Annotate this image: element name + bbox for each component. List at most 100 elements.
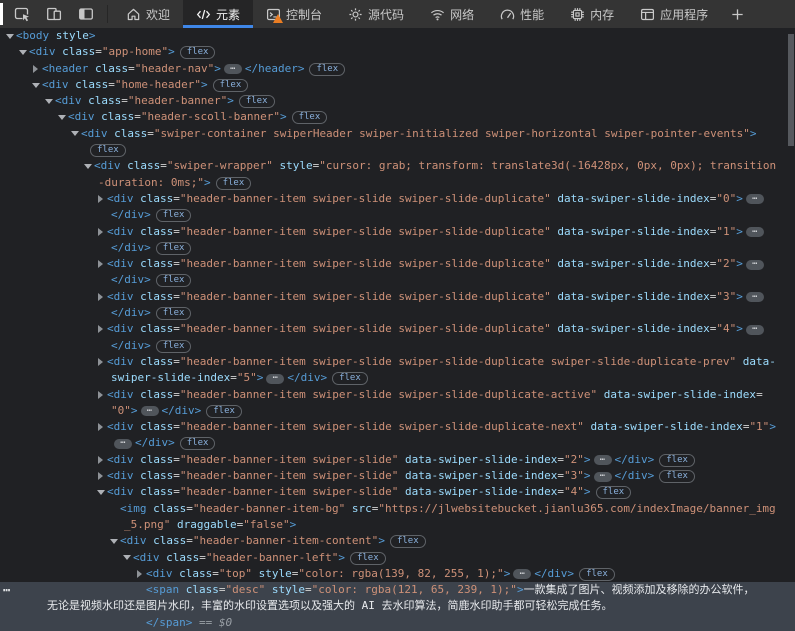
flex-badge[interactable]: flex [659,454,695,467]
collapse-arrow-icon[interactable] [81,158,94,174]
dom-tree-row[interactable]: <body style> [0,28,795,44]
tab-elements[interactable]: 元素 [183,0,253,28]
vertical-scrollbar-thumb[interactable] [788,34,794,146]
dom-tree-row[interactable]: <div class="header-banner-item swiper-sl… [0,484,795,500]
dom-tree-row[interactable]: flex [0,142,795,158]
inline-expand-ellipsis-button[interactable]: ⋯ [746,194,764,204]
dom-tree-row[interactable]: </div>flex [0,272,795,288]
focus-mode-button[interactable] [70,0,102,28]
dom-tree-row[interactable]: <div class="header-banner-item swiper-sl… [0,289,795,305]
elements-dom-tree[interactable]: <body style><div class="app-home">flex<h… [0,28,795,631]
flex-badge[interactable]: flex [292,111,328,124]
dom-tree-row[interactable]: <div class="swiper-container swiperHeade… [0,126,795,142]
inline-expand-ellipsis-button[interactable]: ⋯ [141,406,159,416]
flex-badge[interactable]: flex [180,437,216,450]
flex-badge[interactable]: flex [309,63,345,76]
dom-tree-row-selected[interactable]: </span> == $0 [0,615,795,631]
collapse-arrow-icon[interactable] [42,93,55,109]
tab-application[interactable]: 应用程序 [627,0,721,28]
dom-tree-row[interactable]: <div class="header-banner-item swiper-sl… [0,452,795,468]
flex-badge[interactable]: flex [350,552,386,565]
expand-arrow-icon[interactable] [94,452,107,468]
flex-badge[interactable]: flex [156,242,192,255]
dom-tree-row[interactable]: </div>flex [0,305,795,321]
dom-tree-row[interactable]: <div class="header-banner-item swiper-sl… [0,468,795,484]
collapse-arrow-icon[interactable] [107,533,120,549]
dom-tree-row[interactable]: <div class="header-banner">flex [0,93,795,109]
flex-badge[interactable]: flex [90,144,126,157]
inline-expand-ellipsis-button[interactable]: ⋯ [266,374,284,384]
device-emulation-button[interactable] [38,0,70,28]
flex-badge[interactable]: flex [156,274,192,287]
inline-expand-ellipsis-button[interactable]: ⋯ [746,292,764,302]
expand-arrow-icon[interactable] [94,321,107,337]
expand-arrow-icon[interactable] [94,468,107,484]
tab-sources[interactable]: 源代码 [335,0,417,28]
tab-console[interactable]: 控制台 [253,0,335,28]
expand-arrow-icon[interactable] [94,289,107,305]
flex-badge[interactable]: flex [206,405,242,418]
flex-badge[interactable]: flex [332,372,368,385]
tab-network[interactable]: 网络 [417,0,487,28]
tab-performance[interactable]: 性能 [487,0,557,28]
dom-tree-row[interactable]: "0">⋯</div>flex [0,403,795,419]
collapse-arrow-icon[interactable] [94,484,107,500]
expand-arrow-icon[interactable] [94,224,107,240]
dom-tree-row[interactable]: <div class="swiper-wrapper" style="curso… [0,158,795,174]
dom-tree-row[interactable]: </div>flex [0,207,795,223]
expand-arrow-icon[interactable] [29,61,42,77]
dom-tree-row[interactable]: <div class="header-scoll-banner">flex [0,109,795,125]
dom-tree-row[interactable]: <header class="header-nav">⋯</header>fle… [0,61,795,77]
flex-badge[interactable]: flex [180,46,216,59]
expand-arrow-icon[interactable] [94,354,107,370]
collapse-arrow-icon[interactable] [68,126,81,142]
inline-expand-ellipsis-button[interactable]: ⋯ [224,64,242,74]
tab-welcome[interactable]: 欢迎 [113,0,183,28]
expand-arrow-icon[interactable] [94,387,107,403]
dom-tree-row[interactable]: <div class="header-banner-item swiper-sl… [0,191,795,207]
dom-tree-row[interactable]: <div class="header-banner-left">flex [0,550,795,566]
dom-tree-row[interactable]: swiper-slide-index="5">⋯</div>flex [0,370,795,386]
dom-tree-row[interactable]: <div class="header-banner-item swiper-sl… [0,224,795,240]
inspect-button[interactable] [6,0,38,28]
dom-tree-row[interactable]: _5.png" draggable="false"> [0,517,795,533]
dom-tree-row[interactable]: <div class="header-banner-item swiper-sl… [0,419,795,435]
row-menu-ellipsis-icon[interactable]: ⋯ [3,582,10,598]
flex-badge[interactable]: flex [579,568,615,581]
dom-tree-row[interactable]: ⋯</div>flex [0,435,795,451]
dom-tree-row[interactable]: <div class="app-home">flex [0,44,795,60]
flex-badge[interactable]: flex [213,79,249,92]
collapse-arrow-icon[interactable] [3,28,16,44]
dom-tree-row[interactable]: </div>flex [0,240,795,256]
inline-expand-ellipsis-button[interactable]: ⋯ [746,260,764,270]
dom-tree-row-selected[interactable]: 无论是视频水印还是图片水印，丰富的水印设置选项以及强大的 AI 去水印算法，简鹿… [0,598,795,614]
flex-badge[interactable]: flex [596,486,632,499]
inline-expand-ellipsis-button[interactable]: ⋯ [513,569,531,579]
inline-expand-ellipsis-button[interactable]: ⋯ [746,325,764,335]
dom-tree-row[interactable]: </div>flex [0,338,795,354]
dom-tree-row[interactable]: <div class="header-banner-item swiper-sl… [0,354,795,370]
expand-arrow-icon[interactable] [94,419,107,435]
dom-tree-row[interactable]: -duration: 0ms;">flex [0,175,795,191]
dom-tree-row[interactable]: <div class="header-banner-item swiper-sl… [0,387,795,403]
dom-tree-row[interactable]: <div class="top" style="color: rgba(139,… [0,566,795,582]
flex-badge[interactable]: flex [239,95,275,108]
tab-memory[interactable]: 内存 [557,0,627,28]
dom-tree-row[interactable]: <div class="home-header">flex [0,77,795,93]
inline-expand-ellipsis-button[interactable]: ⋯ [746,227,764,237]
collapse-arrow-icon[interactable] [55,109,68,125]
expand-arrow-icon[interactable] [94,191,107,207]
collapse-arrow-icon[interactable] [120,550,133,566]
flex-badge[interactable]: flex [659,470,695,483]
expand-arrow-icon[interactable] [133,566,146,582]
flex-badge[interactable]: flex [216,177,252,190]
more-tools-button[interactable] [723,0,751,28]
flex-badge[interactable]: flex [156,307,192,320]
collapse-arrow-icon[interactable] [16,44,29,60]
inline-expand-ellipsis-button[interactable]: ⋯ [594,455,612,465]
dom-tree-row[interactable]: <div class="header-banner-item swiper-sl… [0,256,795,272]
inline-expand-ellipsis-button[interactable]: ⋯ [114,439,132,449]
dom-tree-row[interactable]: <img class="header-banner-item-bg" src="… [0,501,795,517]
dom-tree-row[interactable]: <div class="header-banner-item-content">… [0,533,795,549]
expand-arrow-icon[interactable] [94,256,107,272]
